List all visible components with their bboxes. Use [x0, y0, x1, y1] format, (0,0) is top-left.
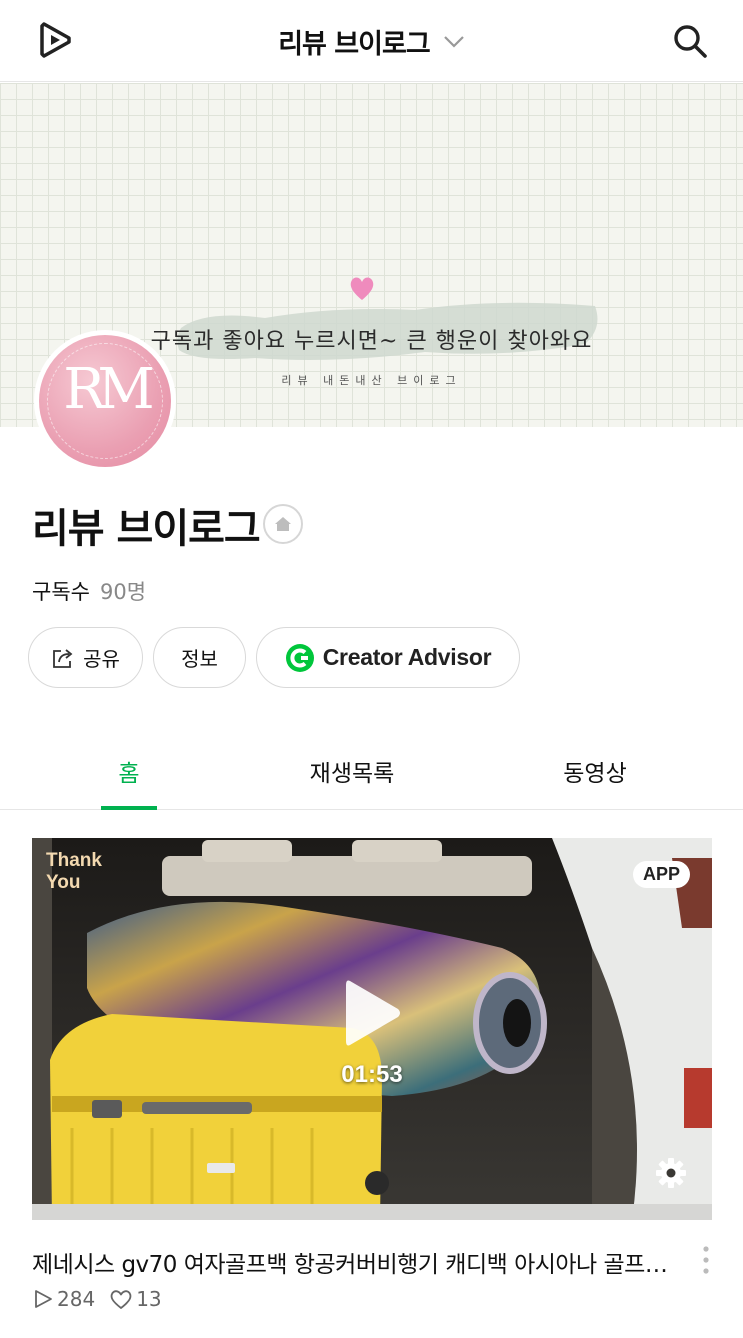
creator-advisor-logo-icon [285, 643, 314, 672]
more-options-icon[interactable] [700, 1245, 712, 1275]
video-thumbnail[interactable]: Thank You APP 01:53 [32, 838, 712, 1220]
heart-outline-icon [110, 1290, 132, 1309]
view-count: 284 [32, 1287, 95, 1311]
info-label: 정보 [181, 647, 218, 671]
avatar-monogram: RM [63, 357, 155, 422]
top-header: 리뷰 브이로그 [0, 0, 743, 82]
thank-you-line1: Thank [46, 850, 102, 871]
gear-icon[interactable] [654, 1156, 688, 1190]
subscribers-value: 90명 [99, 580, 147, 604]
share-icon [53, 648, 73, 668]
search-icon[interactable] [671, 22, 709, 60]
view-count-value: 284 [57, 1287, 96, 1311]
app-badge: APP [632, 861, 690, 888]
chevron-down-icon [443, 35, 464, 48]
home-icon [275, 517, 291, 531]
subscriber-count: 구독수 90명 [32, 576, 146, 606]
like-count: 13 [109, 1287, 162, 1311]
video-title[interactable]: 제네시스 gv70 여자골프백 항공커버비행기 캐디백 아시아나 골프채… [32, 1245, 687, 1279]
creator-advisor-label: Creator Advisor [322, 644, 492, 670]
like-count-value: 13 [136, 1287, 162, 1311]
video-duration: 01:53 [341, 1061, 403, 1088]
tab-home[interactable]: 홈 [101, 754, 157, 788]
play-icon[interactable] [340, 975, 404, 1051]
heart-icon [350, 277, 374, 300]
channel-home-button[interactable] [263, 504, 303, 544]
play-count-icon [35, 1290, 52, 1308]
channel-tabs: 홈 재생목록 동영상 [0, 740, 743, 810]
thank-you-sticker: Thank You [46, 850, 102, 894]
tab-videos[interactable]: 동영상 [555, 754, 635, 788]
channel-title-dropdown[interactable]: 리뷰 브이로그 [0, 22, 743, 61]
channel-name: 리뷰 브이로그 [32, 506, 261, 552]
share-label: 공유 [83, 647, 120, 671]
share-button[interactable]: 공유 [28, 627, 143, 688]
header-title: 리뷰 브이로그 [278, 29, 430, 60]
video-stats: 284 13 [32, 1287, 176, 1311]
tab-playlists[interactable]: 재생목록 [300, 754, 404, 788]
avatar-image: RM [39, 335, 171, 467]
active-tab-indicator [101, 806, 157, 810]
avatar[interactable]: RM [34, 330, 176, 472]
info-button[interactable]: 정보 [153, 627, 246, 688]
subscribers-label: 구독수 [32, 580, 90, 604]
thank-you-line2: You [46, 872, 81, 893]
creator-advisor-button[interactable]: Creator Advisor [256, 627, 520, 688]
